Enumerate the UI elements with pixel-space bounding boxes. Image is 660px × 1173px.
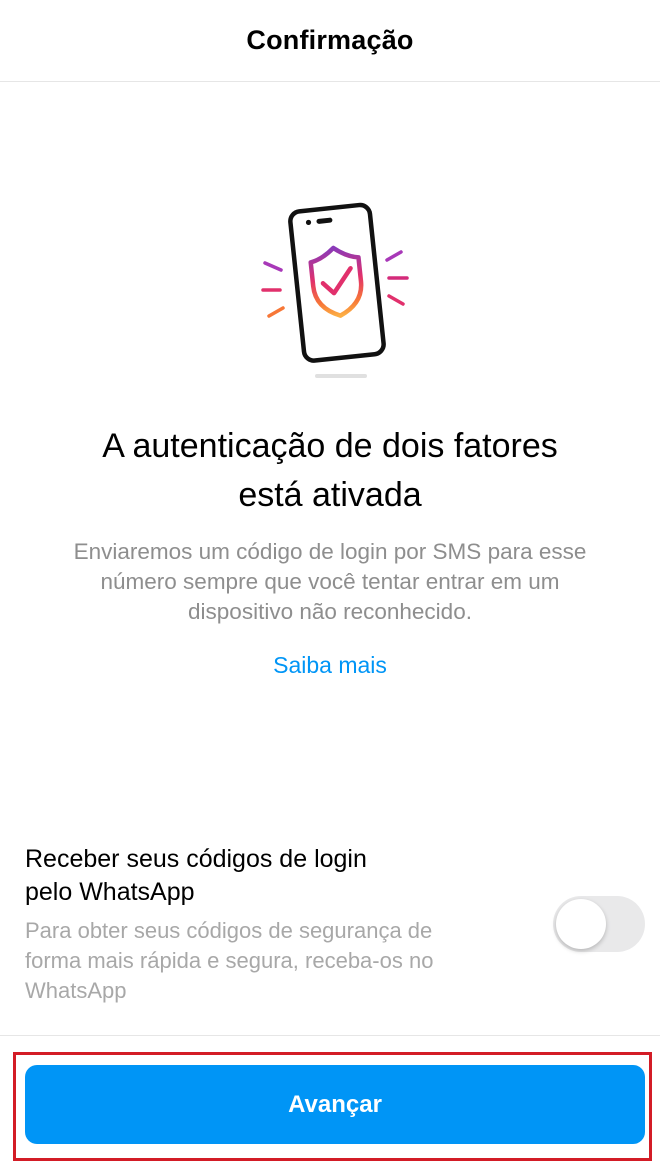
whatsapp-toggle[interactable] (553, 896, 645, 952)
headline: A autenticação de dois fatores está ativ… (30, 422, 630, 520)
whatsapp-desc-line-3: WhatsApp (25, 978, 127, 1003)
description-line-3: dispositivo não reconhecido. (188, 599, 472, 624)
learn-more-link[interactable]: Saiba mais (230, 649, 430, 681)
page-title: Confirmação (246, 25, 414, 55)
description-line-2: número sempre que você tentar entrar em … (100, 569, 560, 594)
phone-shield-check-icon (261, 202, 409, 378)
toggle-knob (556, 899, 606, 949)
whatsapp-desc-line-2: forma mais rápida e segura, receba-os no (25, 948, 434, 973)
headline-line-1: A autenticação de dois fatores (102, 427, 558, 465)
description-text: Enviaremos um código de login por SMS pa… (30, 537, 630, 627)
next-button[interactable]: Avançar (25, 1065, 645, 1144)
whatsapp-desc-line-1: Para obter seus códigos de segurança de (25, 918, 433, 943)
whatsapp-title-line-2: pelo WhatsApp (25, 878, 195, 906)
whatsapp-option-description: Para obter seus códigos de segurança de … (25, 916, 525, 1006)
whatsapp-option-title: Receber seus códigos de login pelo Whats… (25, 843, 465, 909)
top-bar: Confirmação (0, 0, 660, 82)
headline-line-2: está ativada (238, 476, 422, 514)
footer-divider (0, 1035, 660, 1036)
whatsapp-title-line-1: Receber seus códigos de login (25, 845, 367, 873)
description-line-1: Enviaremos um código de login por SMS pa… (73, 539, 587, 564)
